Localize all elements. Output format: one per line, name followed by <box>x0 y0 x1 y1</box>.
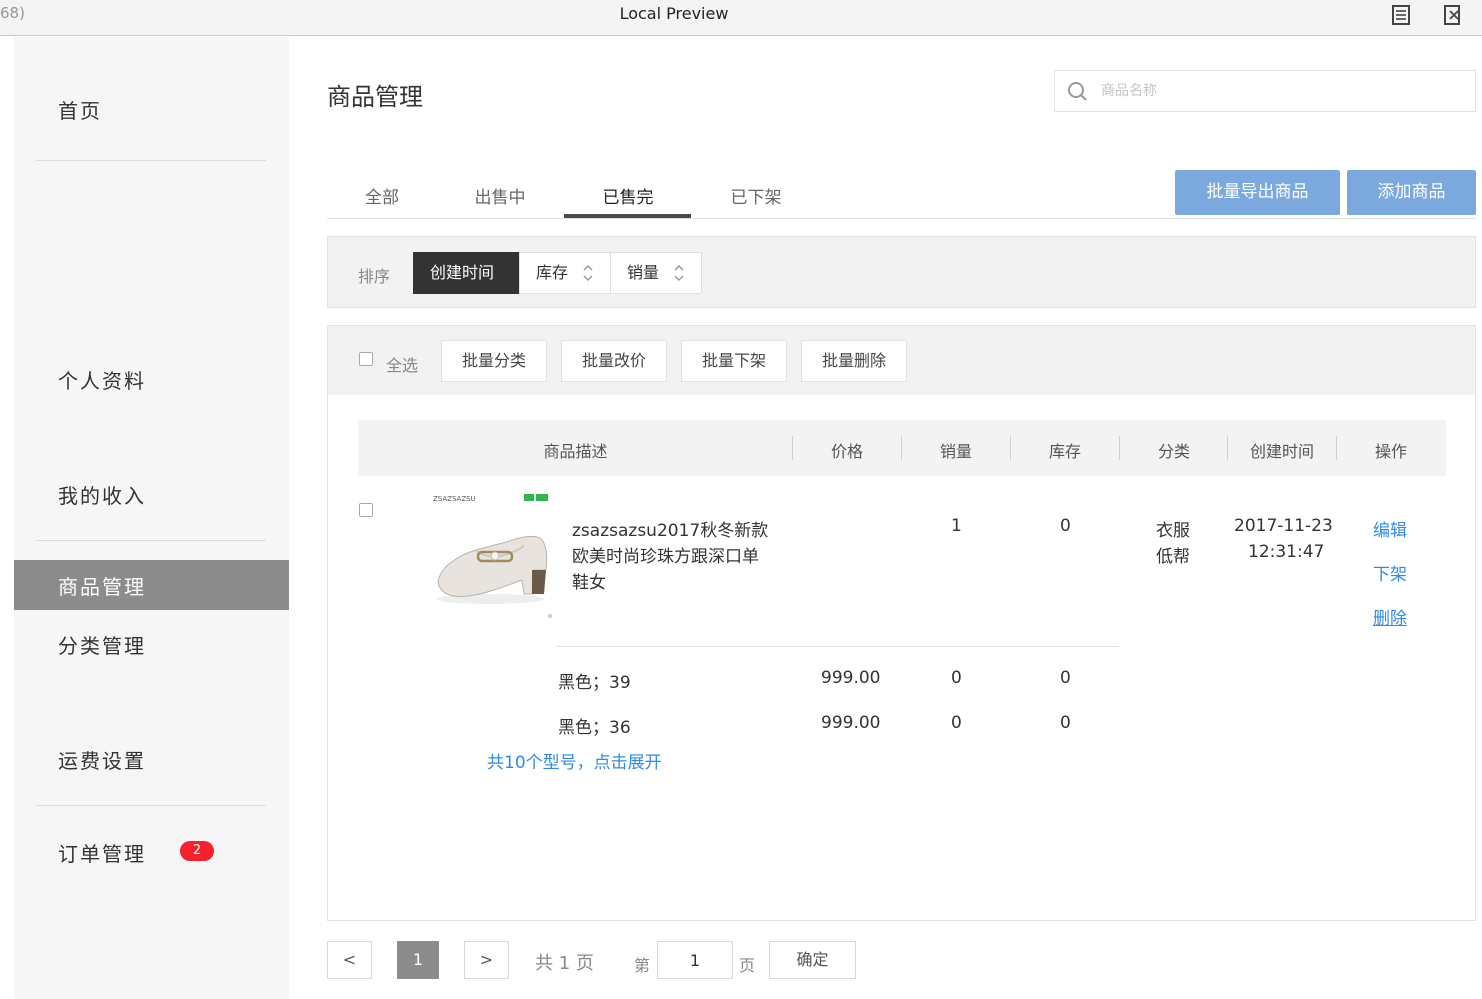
column-header: 操作 <box>1374 442 1407 461</box>
sidebar-item-shipping[interactable]: 运费设置 <box>58 745 146 774</box>
window-titlebar: 68) Local Preview <box>0 0 1482 36</box>
sidebar-divider <box>36 160 266 161</box>
sort-arrows-icon <box>673 253 685 308</box>
product-category: 低帮 <box>1156 547 1190 567</box>
confirm-page-button[interactable]: 确定 <box>769 941 856 979</box>
select-all-label: 全选 <box>386 356 419 375</box>
edit-link[interactable]: 编辑 <box>1373 516 1407 541</box>
variant-name: 黑色；36 <box>558 718 631 738</box>
exit-preview-icon[interactable] <box>1442 4 1462 26</box>
search-icon <box>1067 81 1089 107</box>
product-sales: 1 <box>951 516 962 536</box>
variant-price: 999.00 <box>821 668 881 688</box>
delist-link[interactable]: 下架 <box>1373 560 1407 585</box>
tab-all[interactable]: 全部 <box>318 183 446 208</box>
sidebar-item-income[interactable]: 我的收入 <box>58 480 146 509</box>
goto-prefix: 第 <box>634 956 651 975</box>
page-1-button[interactable]: 1 <box>397 941 439 979</box>
sort-by-stock-button[interactable]: 库存 <box>519 252 611 294</box>
column-header: 商品描述 <box>543 442 608 461</box>
batch-category-button[interactable]: 批量分类 <box>441 340 547 382</box>
product-thumbnail[interactable]: ZSAZSAZSU <box>428 490 552 624</box>
batch-toolbar: 全选 批量分类 批量改价 批量下架 批量删除 <box>328 326 1475 395</box>
column-header: 创建时间 <box>1249 442 1314 461</box>
export-products-button[interactable]: 批量导出商品 <box>1175 170 1340 215</box>
sort-option-label: 销量 <box>627 263 660 282</box>
column-header: 库存 <box>1048 442 1081 461</box>
variant-sales: 0 <box>951 713 962 733</box>
sidebar-item-orders[interactable]: 订单管理 <box>58 838 146 867</box>
sort-by-sales-button[interactable]: 销量 <box>610 252 702 294</box>
search-input[interactable] <box>1101 79 1461 103</box>
sidebar-divider <box>36 805 266 806</box>
sidebar-item-label: 商品管理 <box>58 575 146 599</box>
row-checkbox[interactable] <box>359 503 373 517</box>
variant-stock: 0 <box>1060 668 1071 688</box>
tabs-divider <box>327 218 1476 219</box>
variant-name: 黑色；39 <box>558 673 631 693</box>
page-title: 商品管理 <box>327 83 423 111</box>
row-divider <box>556 646 1119 647</box>
sidebar-item-categories[interactable]: 分类管理 <box>58 630 146 659</box>
sort-bar: 排序 创建时间 库存 销量 <box>327 236 1476 308</box>
product-desc-line: 欧美时尚珍珠方跟深口单 <box>572 547 759 567</box>
column-header: 分类 <box>1157 442 1190 461</box>
sidebar-item-home[interactable]: 首页 <box>58 95 102 124</box>
product-panel: 全选 批量分类 批量改价 批量下架 批量删除 商品描述 价格 销量 库存 分类 … <box>327 325 1476 921</box>
variant-price: 999.00 <box>821 713 881 733</box>
sidebar-item-profile[interactable]: 个人资料 <box>58 365 146 394</box>
window-title: Local Preview <box>619 4 729 23</box>
select-all-checkbox[interactable] <box>359 352 373 366</box>
goto-suffix: 页 <box>739 956 756 975</box>
sidebar-divider <box>36 540 266 541</box>
batch-price-button[interactable]: 批量改价 <box>561 340 667 382</box>
orders-count-badge: 2 <box>180 841 214 861</box>
prev-page-button[interactable]: < <box>327 941 372 979</box>
product-created-date: 2017-11-23 <box>1234 516 1333 536</box>
product-desc-line: 鞋女 <box>572 573 606 593</box>
variant-sales: 0 <box>951 668 962 688</box>
table-header: 商品描述 价格 销量 库存 分类 创建时间 操作 <box>358 420 1446 476</box>
next-page-button[interactable]: > <box>464 941 509 979</box>
product-desc-line: zsazsazsu2017秋冬新款 <box>572 521 769 541</box>
sidebar: 首页 个人资料 我的收入 商品管理 分类管理 运费设置 订单管理 2 <box>14 37 289 999</box>
batch-delist-button[interactable]: 批量下架 <box>681 340 787 382</box>
add-product-button[interactable]: 添加商品 <box>1347 170 1476 215</box>
tab-delisted[interactable]: 已下架 <box>692 183 820 208</box>
column-header: 价格 <box>830 442 863 461</box>
product-created-time: 12:31:47 <box>1248 542 1325 562</box>
batch-delete-button[interactable]: 批量删除 <box>801 340 907 382</box>
expand-variants-link[interactable]: 共10个型号，点击展开 <box>487 748 662 773</box>
sort-option-label: 库存 <box>536 263 569 282</box>
tab-active-indicator <box>564 214 691 218</box>
sidebar-item-products[interactable]: 商品管理 <box>14 560 289 610</box>
tab-sold-out[interactable]: 已售完 <box>564 183 692 208</box>
sort-by-created-button[interactable]: 创建时间 <box>413 252 519 294</box>
delete-link[interactable]: 删除 <box>1373 604 1407 629</box>
sort-option-label: 创建时间 <box>430 263 495 282</box>
total-pages: 共 1 页 <box>535 953 594 974</box>
shoe-image <box>436 494 552 618</box>
variant-stock: 0 <box>1060 713 1071 733</box>
product-category: 衣服 <box>1156 521 1190 541</box>
search-box <box>1054 70 1476 112</box>
sort-label: 排序 <box>358 267 391 286</box>
column-header: 销量 <box>939 442 972 461</box>
tab-on-sale[interactable]: 出售中 <box>436 183 564 208</box>
product-stock: 0 <box>1060 516 1071 536</box>
sort-arrows-icon <box>582 253 594 308</box>
document-icon[interactable] <box>1391 4 1411 26</box>
goto-page-input[interactable] <box>657 941 733 979</box>
